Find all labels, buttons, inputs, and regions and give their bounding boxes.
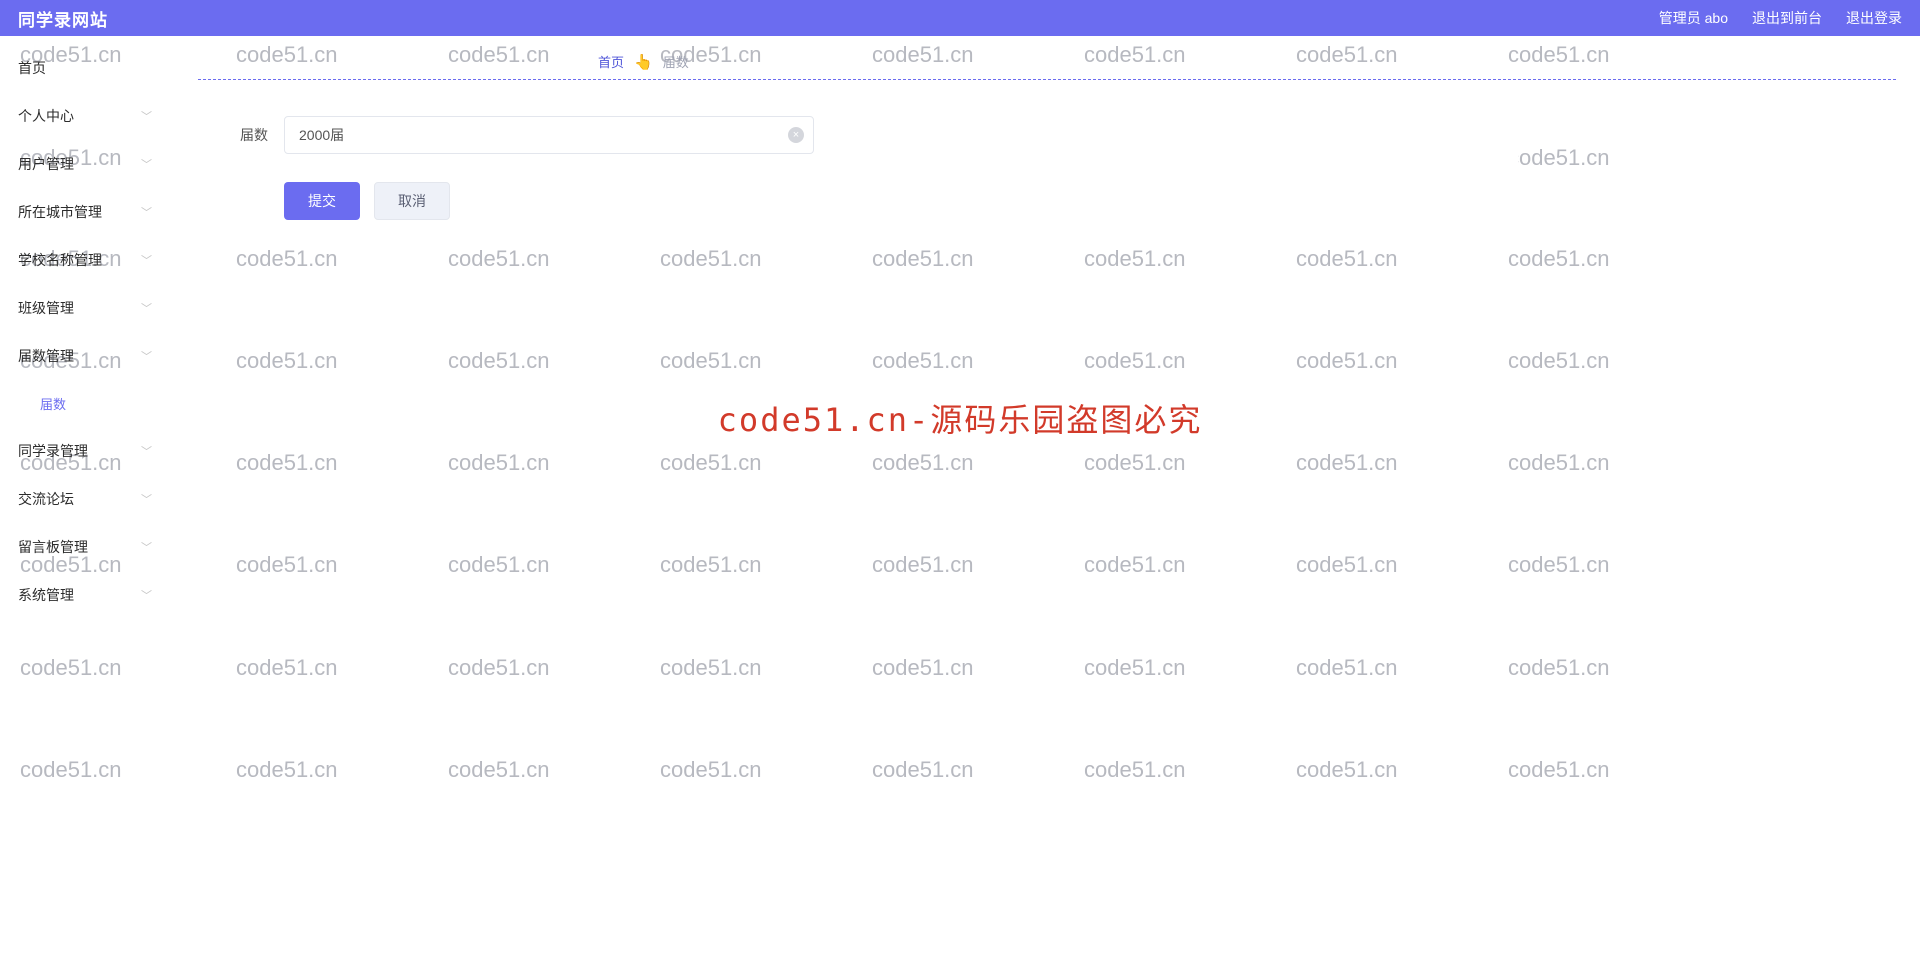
sidebar-item-label: 系统管理 — [18, 585, 74, 605]
sidebar-item-class-mgmt[interactable]: 班级管理 ﹀ — [0, 284, 170, 332]
sidebar-item-school-mgmt[interactable]: 学校名称管理 ﹀ — [0, 236, 170, 284]
chevron-down-icon: ﹀ — [141, 204, 152, 220]
sidebar-item-yearbook-mgmt[interactable]: 同学录管理 ﹀ — [0, 427, 170, 475]
sidebar-item-label: 届数管理 — [18, 346, 74, 366]
chevron-down-icon: ﹀ — [141, 539, 152, 555]
clear-input-icon[interactable]: × — [788, 127, 804, 143]
chevron-down-icon: ﹀ — [141, 491, 152, 507]
sidebar-item-label: 所在城市管理 — [18, 202, 102, 222]
chevron-down-icon: ﹀ — [141, 108, 152, 124]
site-title: 同学录网站 — [18, 6, 108, 31]
sidebar-item-label: 学校名称管理 — [18, 250, 102, 270]
sidebar-item-label: 个人中心 — [18, 106, 74, 126]
breadcrumb-current: 届数 — [663, 52, 689, 71]
period-input[interactable] — [284, 116, 814, 154]
sidebar-item-label: 留言板管理 — [18, 537, 88, 557]
form-row-period: 届数 × — [236, 116, 1480, 154]
label-period: 届数 — [236, 125, 284, 145]
sidebar-item-user-mgmt[interactable]: 用户管理 ﹀ — [0, 140, 170, 188]
chevron-down-icon: ﹀ — [141, 252, 152, 268]
top-header: 同学录网站 管理员 abo 退出到前台 退出登录 — [0, 0, 1920, 36]
chevron-down-icon: ﹀ — [141, 443, 152, 459]
submit-button[interactable]: 提交 — [284, 182, 360, 220]
sidebar-item-personal[interactable]: 个人中心 ﹀ — [0, 92, 170, 140]
sidebar-item-home[interactable]: 首页 — [0, 44, 170, 92]
sidebar-item-label: 用户管理 — [18, 154, 74, 174]
sidebar-item-label: 班级管理 — [18, 298, 74, 318]
sidebar-item-city-mgmt[interactable]: 所在城市管理 ﹀ — [0, 188, 170, 236]
divider-dashed — [198, 79, 1896, 80]
sidebar-item-label: 届数 — [40, 394, 66, 413]
sidebar-item-msgboard-mgmt[interactable]: 留言板管理 ﹀ — [0, 523, 170, 571]
sidebar-item-label: 交流论坛 — [18, 489, 74, 509]
sidebar-subitem-period[interactable]: 届数 — [0, 380, 170, 427]
exit-to-front-link[interactable]: 退出到前台 — [1752, 8, 1822, 28]
sidebar-item-system-mgmt[interactable]: 系统管理 ﹀ — [0, 571, 170, 619]
breadcrumb-home-link[interactable]: 首页 — [598, 52, 624, 71]
main-content: 首页 👆 届数 届数 × 提交 取消 — [170, 36, 1920, 970]
input-wrap: × — [284, 116, 814, 154]
breadcrumb: 首页 👆 届数 — [198, 46, 1896, 79]
pointing-hand-icon: 👆 — [634, 53, 653, 71]
button-row: 提交 取消 — [284, 182, 1480, 220]
sidebar: 首页 个人中心 ﹀ 用户管理 ﹀ 所在城市管理 ﹀ 学校名称管理 ﹀ 班级管理 … — [0, 36, 170, 970]
chevron-down-icon: ﹀ — [141, 156, 152, 172]
sidebar-item-period-mgmt[interactable]: 届数管理 ﹀ — [0, 332, 170, 380]
form-panel: 届数 × 提交 取消 — [198, 96, 1518, 250]
chevron-down-icon: ﹀ — [141, 587, 152, 603]
sidebar-item-label: 同学录管理 — [18, 441, 88, 461]
current-user-label[interactable]: 管理员 abo — [1659, 8, 1728, 28]
logout-link[interactable]: 退出登录 — [1846, 8, 1902, 28]
cancel-button[interactable]: 取消 — [374, 182, 450, 220]
header-actions: 管理员 abo 退出到前台 退出登录 — [1659, 8, 1902, 28]
chevron-down-icon: ﹀ — [141, 348, 152, 364]
sidebar-item-forum[interactable]: 交流论坛 ﹀ — [0, 475, 170, 523]
sidebar-item-label: 首页 — [18, 58, 46, 78]
chevron-down-icon: ﹀ — [141, 300, 152, 316]
